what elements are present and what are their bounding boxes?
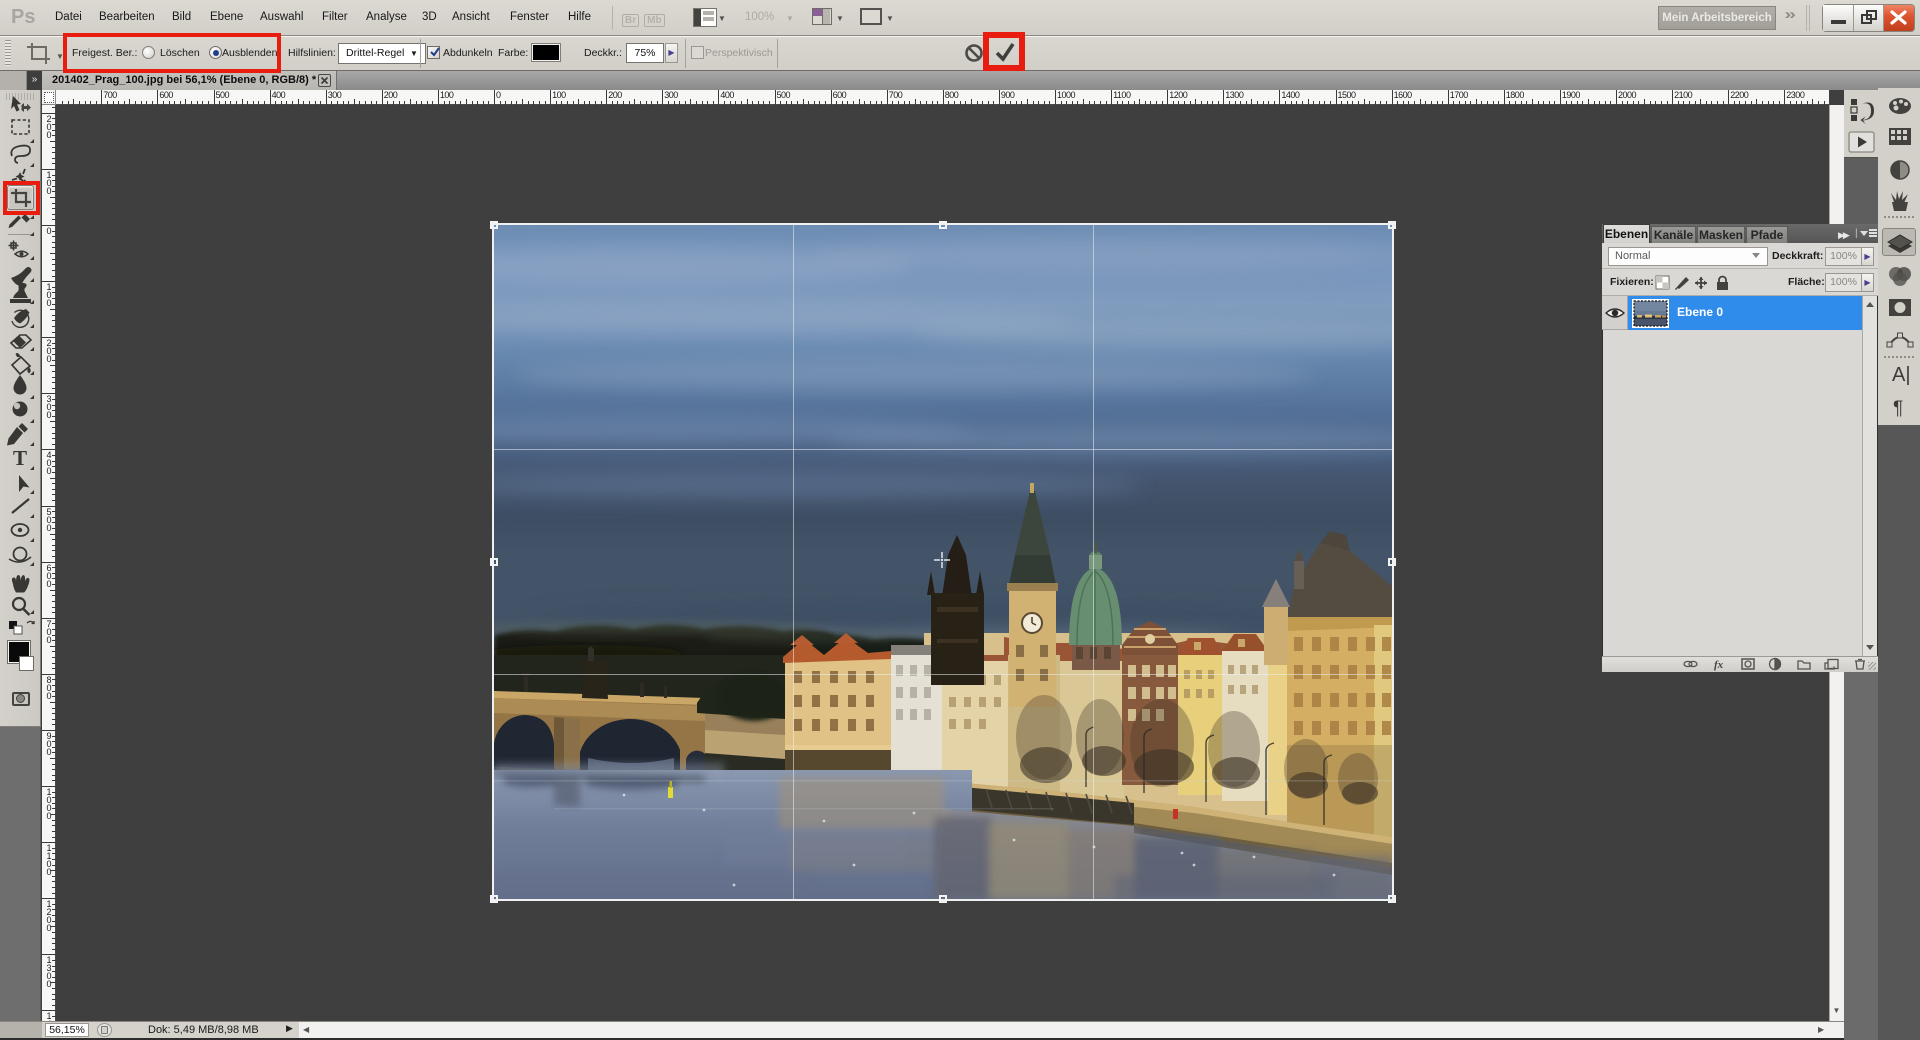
svg-text:fx: fx [1714,659,1724,671]
svg-text:T: T [13,446,27,470]
svg-text:¶: ¶ [1893,398,1903,419]
svg-text:A|: A| [1892,364,1911,386]
